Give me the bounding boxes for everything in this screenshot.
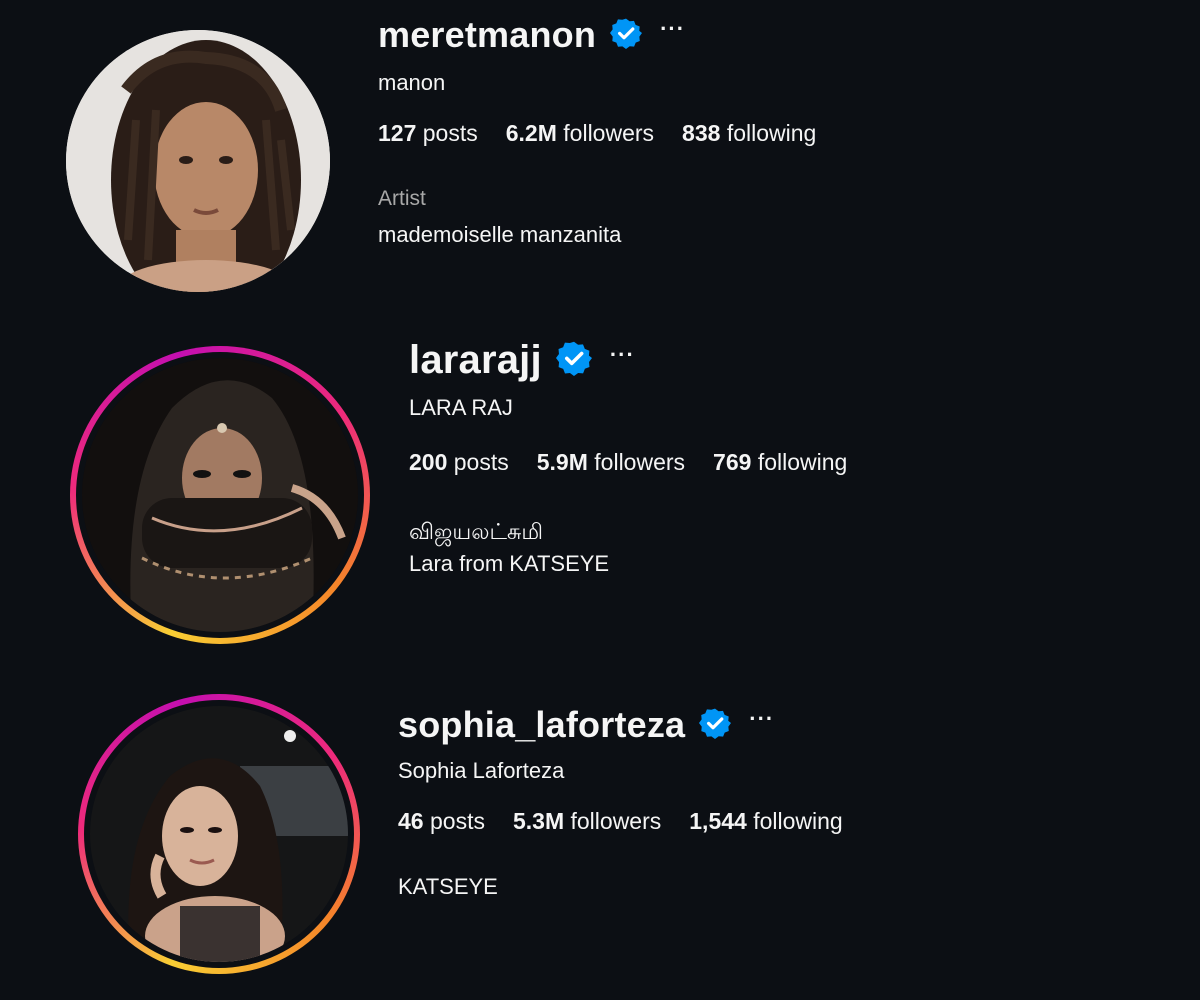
verified-badge-icon: [555, 340, 592, 381]
posts-count[interactable]: 200 posts: [409, 449, 509, 476]
following-count[interactable]: 838 following: [682, 120, 816, 147]
following-count[interactable]: 1,544 following: [689, 808, 842, 835]
name-row: lararajj ···: [409, 338, 875, 383]
more-options-icon[interactable]: ···: [749, 708, 774, 730]
full-name: LARA RAJ: [409, 395, 513, 420]
avatar-photo: [82, 358, 358, 632]
avatar[interactable]: [66, 30, 330, 292]
bio-line: விஜயலட்சுமி: [409, 519, 544, 544]
avatar-ring: [66, 30, 330, 292]
posts-count[interactable]: 46 posts: [398, 808, 485, 835]
avatar-photo: [66, 30, 330, 292]
category-label: Artist: [378, 187, 426, 210]
profile-card-lararajj: lararajj ··· LARA RAJ 200 posts 5.9M fol…: [0, 330, 1200, 660]
avatar-photo: [90, 706, 348, 962]
bio-line: Lara from KATSEYE: [409, 551, 610, 576]
avatar[interactable]: [76, 352, 364, 638]
more-options-icon[interactable]: ···: [610, 343, 635, 366]
full-name: Sophia Laforteza: [398, 758, 565, 783]
profile-card-meretmanon: meretmanon ··· manon 127 posts 6.2M foll…: [0, 0, 1200, 320]
username[interactable]: lararajj: [409, 338, 542, 383]
posts-count[interactable]: 127 posts: [378, 120, 478, 147]
profile-card-sophia-laforteza: sophia_laforteza ··· Sophia Laforteza 46…: [0, 690, 1200, 990]
stats-row: 200 posts 5.9M followers 769 following: [409, 449, 875, 476]
bio-line: mademoiselle manzanita: [378, 222, 622, 247]
verified-badge-icon: [699, 707, 732, 744]
username[interactable]: sophia_laforteza: [398, 704, 685, 746]
full-name: manon: [378, 70, 446, 95]
followers-count[interactable]: 5.3M followers: [513, 808, 661, 835]
following-count[interactable]: 769 following: [713, 449, 847, 476]
verified-badge-icon: [610, 17, 643, 54]
name-row: meretmanon ···: [378, 14, 844, 56]
profile-info: meretmanon ··· manon 127 posts 6.2M foll…: [378, 14, 844, 251]
followers-count[interactable]: 5.9M followers: [537, 449, 685, 476]
story-ring[interactable]: [70, 346, 370, 644]
more-options-icon[interactable]: ···: [660, 18, 685, 40]
avatar[interactable]: [84, 700, 354, 968]
bio-line: KATSEYE: [398, 874, 498, 899]
profile-info: lararajj ··· LARA RAJ 200 posts 5.9M fol…: [409, 338, 875, 580]
profile-info: sophia_laforteza ··· Sophia Laforteza 46…: [398, 704, 871, 903]
stats-row: 127 posts 6.2M followers 838 following: [378, 120, 844, 147]
username[interactable]: meretmanon: [378, 14, 596, 56]
stats-row: 46 posts 5.3M followers 1,544 following: [398, 808, 871, 835]
story-ring[interactable]: [78, 694, 360, 974]
name-row: sophia_laforteza ···: [398, 704, 871, 746]
followers-count[interactable]: 6.2M followers: [506, 120, 654, 147]
